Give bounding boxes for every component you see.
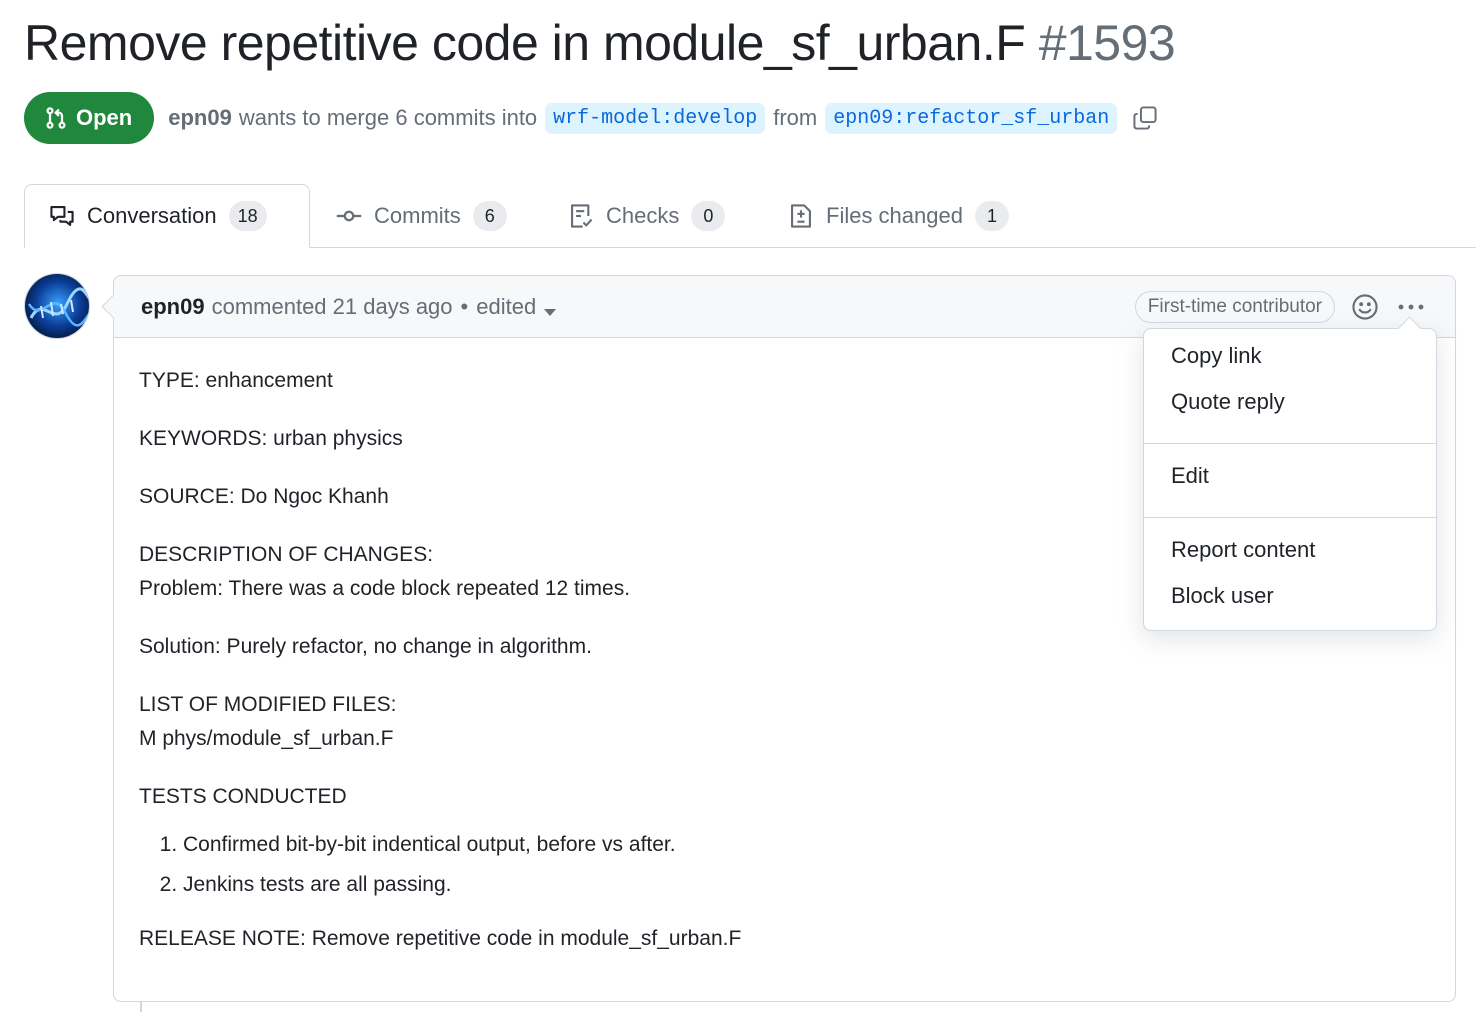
add-reaction-button[interactable] [1349,291,1381,323]
base-branch-link[interactable]: wrf-model:develop [545,102,766,134]
tab-counter: 6 [472,201,507,231]
comment-options-menu: Copy link Quote reply Edit Report conten… [1143,328,1437,631]
menu-item-copy-link[interactable]: Copy link [1171,343,1261,369]
tab-label: Files changed [826,203,963,228]
comment-author-link[interactable]: epn09 [141,294,205,320]
head-branch-link[interactable]: epn09:refactor_sf_urban [825,102,1118,134]
list-item: Confirmed bit-by-bit indentical output, … [183,828,1455,862]
edited-dropdown[interactable]: edited [476,293,557,320]
separator-dot: • [460,293,469,319]
smiley-icon [1352,294,1378,320]
tab-files-changed[interactable]: Files changed 1 [788,184,1009,248]
tab-counter: 18 [228,201,267,231]
edited-label: edited [476,293,537,319]
first-time-contributor-badge: First-time contributor [1134,291,1335,323]
merge-text: wants to merge 6 commits into [238,105,538,130]
menu-divider [1144,443,1436,444]
merge-summary: epn09 wants to merge 6 commits into wrf-… [168,102,1159,134]
git-pull-request-icon [46,107,66,129]
pr-title: Remove repetitive code in module_sf_urba… [24,14,1176,72]
comment-discussion-icon [50,206,74,226]
menu-item-block-user[interactable]: Block user [1171,583,1274,609]
from-text: from [773,105,818,130]
tests-list: Confirmed bit-by-bit indentical output, … [183,828,1455,902]
files-paragraph: LIST OF MODIFIED FILES: M phys/module_sf_… [139,688,1455,756]
tab-label: Commits [374,203,461,228]
checklist-icon [571,204,593,228]
copy-icon[interactable] [1131,104,1159,132]
state-label: Open [76,105,133,130]
pr-title-text: Remove repetitive code in module_sf_urba… [24,15,1026,71]
files-line: M phys/module_sf_urban.F [139,727,394,750]
description-heading: DESCRIPTION OF CHANGES: [139,543,434,566]
tab-checks[interactable]: Checks 0 [568,184,726,248]
tab-counter: 1 [974,201,1009,231]
tab-counter: 0 [691,201,726,231]
pr-number: #1593 [1038,15,1176,71]
git-commit-icon [336,210,362,222]
menu-divider [1144,517,1436,518]
tab-conversation[interactable]: Conversation 18 [24,184,310,248]
avatar[interactable] [24,273,90,339]
menu-item-quote-reply[interactable]: Quote reply [1171,389,1285,415]
problem-line: Problem: There was a code block repeated… [139,577,631,600]
comment-timestamp[interactable]: commented 21 days ago [212,294,453,320]
triangle-down-icon [544,308,557,316]
tab-label: Conversation [87,203,217,228]
pr-author-link[interactable]: epn09 [168,105,232,131]
pr-meta-row: Open epn09 wants to merge 6 commits into… [24,92,1159,144]
file-diff-icon [791,204,811,228]
tab-commits[interactable]: Commits 6 [336,184,507,248]
pr-tabs: Conversation 18 Commits 6 Checks 0 Files… [0,184,1476,248]
tab-label: Checks [606,203,680,228]
files-heading: LIST OF MODIFIED FILES: [139,693,397,716]
solution-line: Solution: Purely refactor, no change in … [139,635,592,658]
menu-item-edit[interactable]: Edit [1171,463,1209,489]
menu-item-report-content[interactable]: Report content [1171,537,1315,563]
list-item: Jenkins tests are all passing. [183,868,1455,902]
state-badge: Open [24,92,155,144]
tests-heading: TESTS CONDUCTED [139,785,347,808]
release-note-line: RELEASE NOTE: Remove repetitive code in … [139,927,742,950]
kebab-horizontal-icon [1398,304,1424,310]
